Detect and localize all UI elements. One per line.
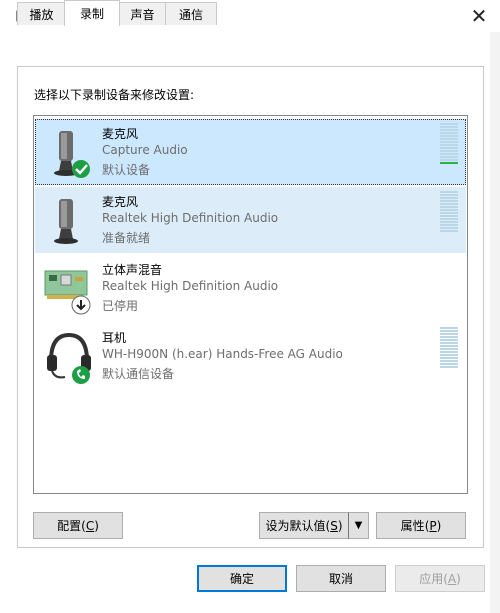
level-meter (440, 123, 458, 167)
level-meter-segment (440, 221, 458, 223)
device-row-microphone-realtek[interactable]: 麦克风 Realtek High Definition Audio 准备就绪 (35, 187, 466, 253)
device-description: WH-H900N (h.ear) Hands-Free AG Audio (102, 347, 343, 361)
level-meter-segment (440, 126, 458, 128)
cancel-button[interactable]: 取消 (296, 565, 386, 592)
close-icon: ✕ (470, 4, 488, 28)
device-status: 准备就绪 (102, 231, 151, 245)
level-meter-segment (440, 209, 458, 211)
device-name: 麦克风 (102, 127, 139, 141)
background-window-edge (490, 32, 500, 613)
device-status: 默认通信设备 (102, 367, 175, 381)
apply-button[interactable]: 应用(A) (395, 565, 485, 592)
level-meter-segment (440, 191, 458, 193)
level-meter-segment (440, 141, 458, 143)
device-row-headset[interactable]: 耳机 WH-H900N (h.ear) Hands-Free AG Audio … (35, 323, 466, 389)
device-status: 默认设备 (102, 163, 151, 177)
device-status: 已停用 (102, 299, 139, 313)
level-meter-segment (440, 147, 458, 149)
device-name: 耳机 (102, 331, 127, 345)
tab-communications[interactable]: 通信 (165, 2, 217, 25)
ok-button[interactable]: 确定 (197, 565, 287, 592)
level-meter-segment (440, 197, 458, 199)
level-meter-segment (440, 132, 458, 134)
level-meter-segment (440, 215, 458, 217)
level-meter-segment (440, 227, 458, 229)
level-meter-segment (440, 212, 458, 214)
level-meter-segment (440, 144, 458, 146)
level-meter-segment (440, 156, 458, 158)
level-meter-segment (440, 200, 458, 202)
tab-recording[interactable]: 录制 (64, 0, 120, 26)
set-default-dropdown[interactable]: ▼ (348, 512, 369, 539)
level-meter-segment (440, 153, 458, 155)
device-name: 立体声混音 (102, 263, 163, 277)
microphone-icon (54, 131, 90, 178)
level-meter-segment (440, 162, 458, 164)
tab-playback[interactable]: 播放 (17, 2, 66, 25)
level-meter-segment (440, 206, 458, 208)
device-description: Realtek High Definition Audio (102, 279, 279, 293)
close-button[interactable]: ✕ (458, 0, 500, 32)
level-meter-segment (440, 194, 458, 196)
level-meter-segment (440, 138, 458, 140)
level-meter-segment (440, 348, 458, 350)
level-meter-segment (440, 339, 458, 341)
tab-sounds[interactable]: 声音 (118, 2, 167, 25)
device-description: Realtek High Definition Audio (102, 211, 279, 225)
level-meter-segment (440, 330, 458, 332)
properties-button[interactable]: 属性(P) (376, 512, 466, 539)
level-meter-segment (440, 363, 458, 365)
set-default-button[interactable]: 设为默认值(S) (259, 512, 349, 539)
level-meter-segment (440, 230, 458, 232)
device-description: Capture Audio (102, 143, 188, 157)
disabled-arrow-badge (71, 295, 91, 315)
level-meter-segment (440, 159, 458, 161)
level-meter-segment (440, 360, 458, 362)
level-meter-segment (440, 342, 458, 344)
instruction-label: 选择以下录制设备来修改设置: (34, 88, 195, 102)
level-meter (440, 327, 458, 371)
level-meter-segment (440, 123, 458, 125)
headset-icon (47, 332, 91, 384)
device-row-microphone-capture[interactable]: 麦克风 Capture Audio 默认设备 (35, 119, 466, 185)
level-meter-segment (440, 333, 458, 335)
level-meter-segment (440, 351, 458, 353)
level-meter-segment (440, 224, 458, 226)
configure-button[interactable]: 配置(C) (33, 512, 123, 539)
level-meter-segment (440, 203, 458, 205)
device-name: 麦克风 (102, 195, 139, 209)
level-meter-segment (440, 354, 458, 356)
triangle-down-icon: ▼ (354, 520, 363, 531)
device-row-stereo-mix[interactable]: 立体声混音 Realtek High Definition Audio 已停用 (35, 255, 466, 321)
communication-phone-badge (72, 366, 90, 384)
level-meter-segment (440, 218, 458, 220)
sound-card-icon (44, 270, 91, 315)
level-meter-segment (440, 357, 458, 359)
level-meter-segment (440, 366, 458, 368)
level-meter-segment (440, 129, 458, 131)
recording-device-list[interactable]: 麦克风 Capture Audio 默认设备 麦克风 Realtek High … (33, 115, 468, 494)
level-meter-segment (440, 327, 458, 329)
level-meter (440, 191, 458, 235)
level-meter-segment (440, 135, 458, 137)
level-meter-segment (440, 336, 458, 338)
level-meter-segment (440, 345, 458, 347)
level-meter-segment (440, 150, 458, 152)
default-check-badge (72, 160, 90, 178)
microphone-icon (54, 199, 78, 244)
